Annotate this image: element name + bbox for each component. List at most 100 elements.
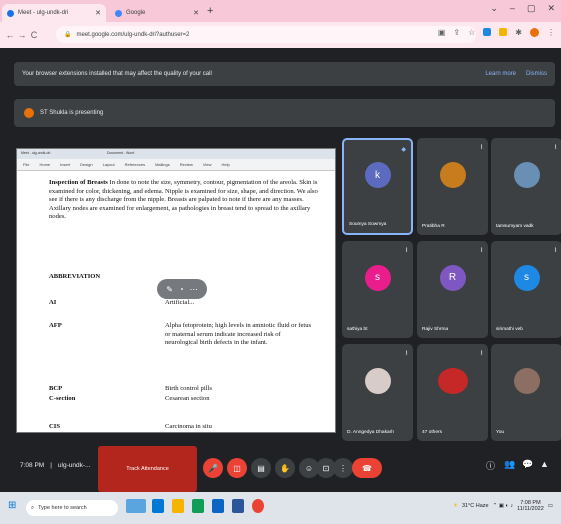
extension-warning-banner: Your browser extensions installed that m…: [14, 62, 555, 86]
new-tab-button[interactable]: +: [207, 5, 213, 17]
extensions-puzzle-icon[interactable]: ✱: [515, 28, 522, 37]
more-options-button[interactable]: ⋮: [333, 458, 353, 478]
extension-icon[interactable]: [499, 28, 508, 36]
doc-heading-inspection: Inspection of Breasts: [49, 179, 108, 186]
self-view-tile[interactable]: You: [491, 344, 561, 441]
chrome-icon[interactable]: [252, 499, 264, 513]
divider: |: [50, 462, 52, 469]
avatar: k: [364, 162, 391, 189]
participant-name: sirimathi veb: [496, 327, 523, 332]
doc-menu-item: Insert: [60, 162, 71, 167]
system-tray: ☀ 31°C Haze ⌃ ▣ ◐ ♪ 7:08 PM 11/11/2022 ▭: [453, 500, 553, 512]
pin-icon[interactable]: ✎: [166, 285, 173, 294]
avatar: [513, 161, 540, 188]
google-favicon-icon: [115, 9, 122, 17]
menu-dots-icon[interactable]: ⋮: [547, 28, 555, 37]
mic-off-icon: ⌇: [554, 248, 557, 254]
taskbar-search[interactable]: ⌕ Type here to search: [26, 500, 118, 516]
clock[interactable]: 7:08 PM 11/11/2022: [517, 500, 544, 512]
participant-tile[interactable]: ◆ k Soumya Sowmya: [342, 138, 413, 235]
participant-name: Pratibha R: [422, 224, 445, 229]
forward-button[interactable]: →: [16, 30, 28, 40]
dismiss-link[interactable]: Dismiss: [526, 71, 547, 77]
doc-menu-item: Home: [39, 162, 51, 167]
participant-tile[interactable]: ⌇ s sirimathi veb: [491, 241, 561, 338]
presenter-avatar: [24, 108, 34, 118]
presenting-text: ST Shukla is presenting: [40, 110, 104, 116]
reload-button[interactable]: C: [28, 30, 40, 40]
tab-meet[interactable]: Meet - ulg-undk-dri ✕: [2, 4, 106, 22]
shared-tab-label: Meet - ulg-undk-dri: [21, 151, 51, 155]
shared-doc-menu: File Home Insert Design Layout Reference…: [17, 159, 335, 171]
participant-tile[interactable]: ⌇ s sathiya bt: [342, 241, 413, 338]
mic-off-icon: ⌇: [480, 145, 483, 151]
participant-name: D. Anngedya Dhakarh: [347, 430, 394, 435]
camera-permission-icon[interactable]: ▣: [438, 28, 446, 37]
close-tab-icon[interactable]: ✕: [95, 9, 101, 17]
participant-tile[interactable]: ⌇ tamsumyam vadk: [491, 138, 561, 235]
raise-hand-button[interactable]: ✋: [275, 458, 295, 478]
tab-search-icon[interactable]: ⌄: [490, 3, 498, 14]
minimize-button[interactable]: –: [510, 3, 515, 14]
people-icon[interactable]: 👥: [504, 459, 515, 470]
tab-google[interactable]: Google ✕: [110, 4, 204, 22]
avatar: [513, 367, 540, 394]
meeting-details-icon[interactable]: ⓘ: [486, 459, 495, 472]
url-text: meet.google.com/ulg-undk-dri?authuser=2: [76, 31, 190, 38]
participant-tile[interactable]: ⌇ D. Anngedya Dhakarh: [342, 344, 413, 441]
meeting-code: ulg-undk-...: [57, 462, 91, 469]
extension-icon[interactable]: [483, 28, 492, 36]
app-icon[interactable]: [212, 499, 224, 513]
avatar: s: [513, 264, 540, 291]
close-tab-icon[interactable]: ✕: [193, 9, 199, 17]
word-icon[interactable]: [232, 499, 244, 513]
doc-abbr-desc: Artificial...: [165, 299, 195, 306]
close-window-button[interactable]: ✕: [547, 3, 555, 14]
bookmark-star-icon[interactable]: ☆: [468, 28, 475, 37]
back-button[interactable]: ←: [4, 30, 16, 40]
camera-off-button[interactable]: ◫: [227, 458, 247, 478]
app-icon[interactable]: [152, 499, 164, 513]
window-controls: ⌄ – ▢ ✕: [490, 3, 555, 14]
shared-tab-label: Document - Word: [107, 151, 135, 155]
participant-tile[interactable]: ⌇ Pratibha R: [417, 138, 488, 235]
search-icon: ⌕: [31, 504, 35, 511]
participant-name: sathiya bt: [347, 327, 368, 332]
lock-icon: 🔒: [64, 32, 72, 38]
windows-start-icon[interactable]: ⊞: [8, 500, 16, 511]
participant-tile[interactable]: ⌇ 47 others: [417, 344, 488, 441]
mute-icon[interactable]: ◔: [179, 285, 184, 294]
mic-off-icon: ⌇: [480, 248, 483, 254]
tray-icons[interactable]: ⌃ ▣ ◐ ♪: [493, 503, 513, 509]
app-icon[interactable]: [192, 499, 204, 513]
task-view-icon[interactable]: [126, 499, 146, 513]
doc-menu-item: Help: [221, 162, 230, 167]
leave-call-button[interactable]: ☎: [352, 458, 382, 478]
chat-icon[interactable]: 💬: [522, 459, 533, 470]
more-icon[interactable]: ⋯: [190, 285, 198, 294]
tab-meet-label: Meet - ulg-undk-dri: [18, 10, 69, 16]
participant-tile[interactable]: ⌇ R Rajiv Shrma: [417, 241, 488, 338]
share-icon[interactable]: ⇪: [453, 28, 460, 37]
presentation-controls-overlay[interactable]: ✎ ◔ ⋯: [157, 279, 207, 299]
meeting-time: 7:08 PM: [20, 462, 45, 469]
captions-button[interactable]: ▤: [251, 458, 271, 478]
presenting-bar: ST Shukla is presenting: [14, 99, 555, 127]
tab-strip: Meet - ulg-undk-dri ✕ Google ✕ + ⌄ – ▢ ✕: [0, 0, 561, 22]
profile-avatar[interactable]: [530, 28, 539, 37]
mic-off-icon: ⌇: [405, 351, 408, 357]
mic-off-button[interactable]: 🎤: [203, 458, 223, 478]
toolbar-icons: ▣ ⇪ ☆ ✱ ⋮: [438, 28, 555, 37]
weather-text: 31°C Haze: [461, 503, 489, 509]
doc-abbr-desc: Alpha fetoprotein; high levels in amniot…: [165, 322, 312, 347]
track-attendance-button[interactable]: Track Attendance: [98, 446, 197, 492]
learn-more-link[interactable]: Learn more: [485, 71, 516, 77]
activities-icon[interactable]: ▲: [540, 459, 549, 469]
file-explorer-icon[interactable]: [172, 499, 184, 513]
notification-icon[interactable]: ▭: [548, 503, 553, 509]
doc-abbr: C-section: [49, 395, 76, 402]
address-bar[interactable]: 🔒 meet.google.com/ulg-undk-dri?authuser=…: [56, 26, 476, 43]
shared-screen: Meet - ulg-undk-dri Document - Word File…: [16, 148, 336, 433]
weather-icon: ☀: [453, 503, 458, 509]
maximize-button[interactable]: ▢: [527, 3, 536, 14]
